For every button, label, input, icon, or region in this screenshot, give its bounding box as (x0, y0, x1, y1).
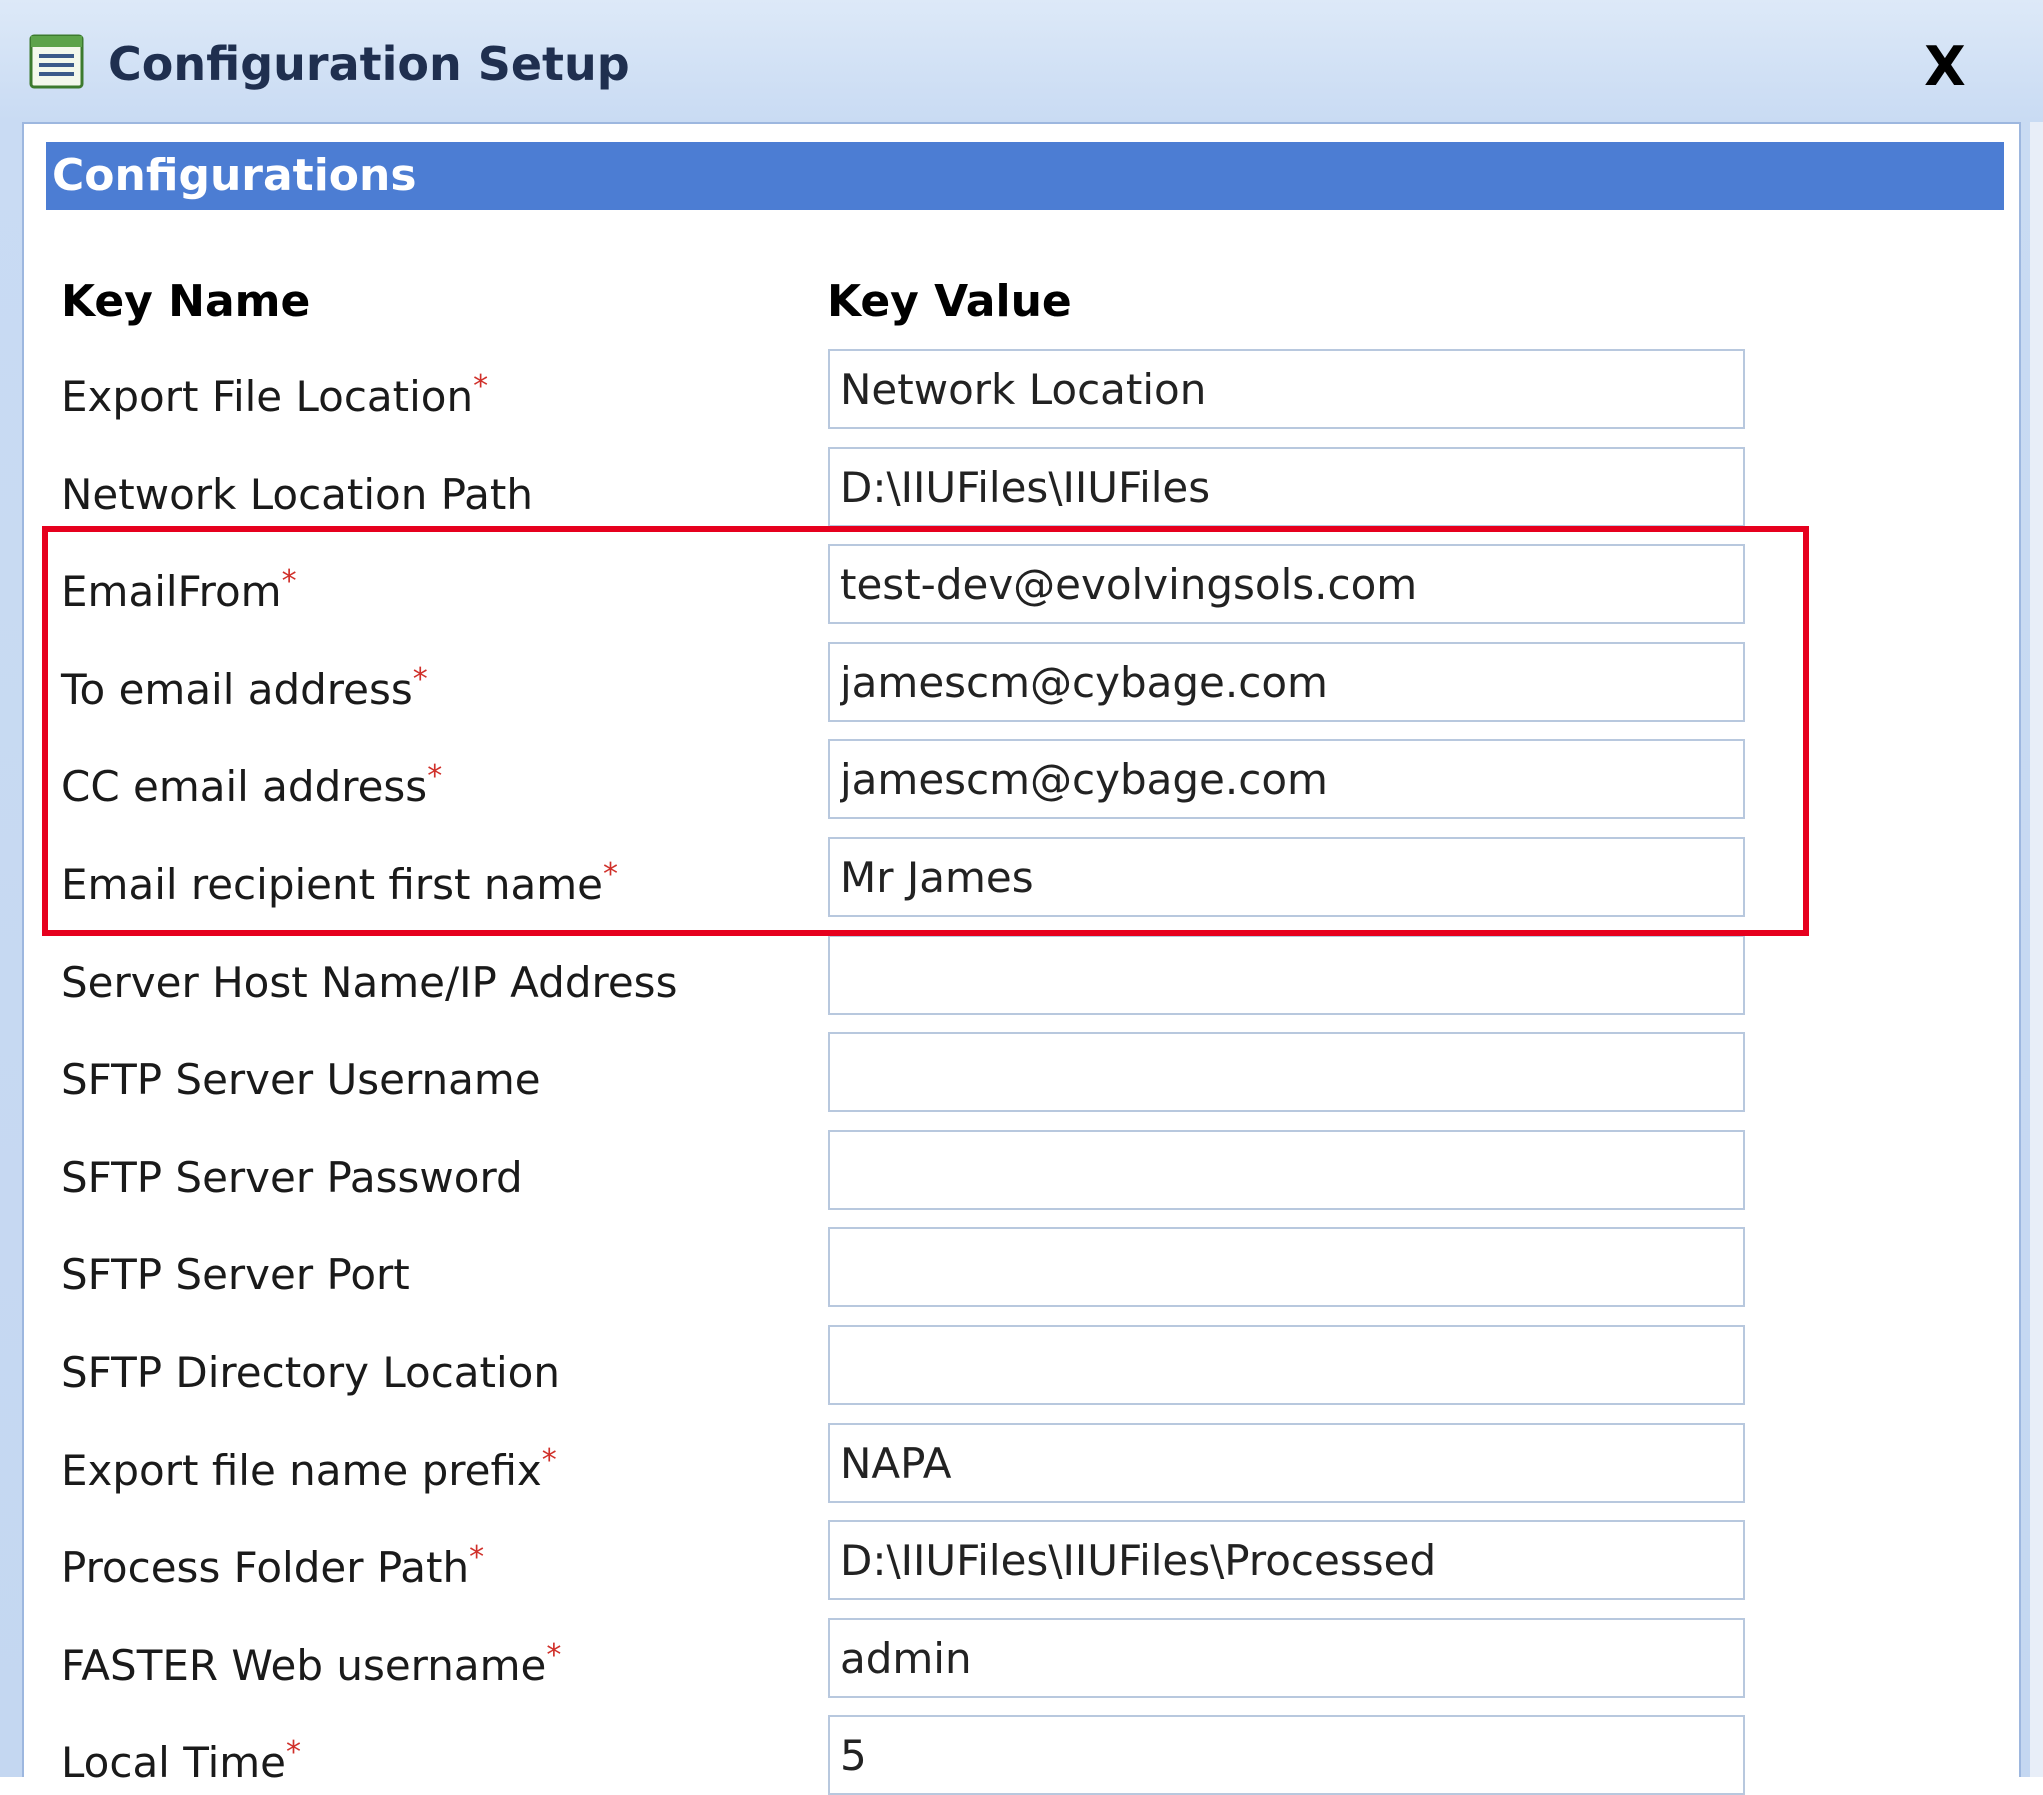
config-row-label: Network Location Path (61, 465, 533, 525)
required-marker: * (469, 1540, 485, 1575)
config-row-value-input[interactable] (828, 1227, 1745, 1307)
config-row-label-text: EmailFrom (61, 567, 282, 616)
config-row-label: Process Folder Path* (61, 1538, 484, 1598)
config-row-label: To email address* (61, 660, 428, 720)
config-row-label: Local Time* (61, 1733, 301, 1793)
config-row-label-text: Server Host Name/IP Address (61, 958, 678, 1007)
config-row-label: EmailFrom* (61, 562, 297, 622)
config-row-value-input[interactable] (828, 837, 1745, 917)
config-row-value-input[interactable] (828, 349, 1745, 429)
required-marker: * (473, 369, 489, 404)
config-row-value-input[interactable] (828, 1423, 1745, 1503)
config-row-label-text: Email recipient first name (61, 860, 603, 909)
section-header: Configurations (46, 142, 2004, 210)
config-row-value-input[interactable] (828, 1325, 1745, 1405)
required-marker: * (546, 1638, 562, 1673)
required-marker: * (602, 857, 618, 892)
config-row-value-input[interactable] (828, 544, 1745, 624)
config-row-value-input[interactable] (828, 1520, 1745, 1600)
config-row-label: Email recipient first name* (61, 855, 618, 915)
config-row-label-text: SFTP Directory Location (61, 1348, 560, 1397)
window-title: Configuration Setup (108, 37, 630, 91)
config-row-label: Export File Location* (61, 367, 488, 427)
config-row-value-input[interactable] (828, 1032, 1745, 1112)
required-marker: * (281, 564, 297, 599)
window-form-icon (29, 34, 84, 89)
config-row-value-input[interactable] (828, 1618, 1745, 1698)
dialog-content: Configurations Key Name Key Value Export… (22, 122, 2021, 1795)
config-row-label: SFTP Server Password (61, 1148, 523, 1208)
configuration-setup-dialog: Configuration Setup X Configurations Key… (0, 0, 2043, 1795)
config-row-label-text: Export file name prefix (61, 1446, 542, 1495)
config-row-label: SFTP Server Username (61, 1050, 541, 1110)
title-bar: Configuration Setup X (0, 0, 2043, 126)
config-row-label-text: Local Time (61, 1738, 286, 1787)
column-header-key-value: Key Value (827, 276, 1072, 327)
config-row-label-text: SFTP Server Username (61, 1055, 541, 1104)
required-marker: * (412, 662, 428, 697)
config-row-label: FASTER Web username* (61, 1636, 561, 1696)
config-row-label-text: Process Folder Path (61, 1543, 470, 1592)
config-row-label: Export file name prefix* (61, 1441, 557, 1501)
required-marker: * (541, 1443, 557, 1478)
config-row-label: SFTP Server Port (61, 1245, 410, 1305)
config-row-label-text: SFTP Server Password (61, 1153, 523, 1202)
required-marker: * (427, 759, 443, 794)
config-row-label: SFTP Directory Location (61, 1343, 560, 1403)
config-row-value-input[interactable] (828, 1715, 1745, 1795)
config-row-value-input[interactable] (828, 642, 1745, 722)
config-row-label: CC email address* (61, 757, 442, 817)
required-marker: * (286, 1735, 301, 1770)
config-row-value-input[interactable] (828, 739, 1745, 819)
config-row-label-text: To email address (61, 665, 413, 714)
config-row-label-text: Export File Location (61, 372, 474, 421)
config-row-value-input[interactable] (828, 935, 1745, 1015)
config-row-label: Server Host Name/IP Address (61, 953, 677, 1013)
column-header-key-name: Key Name (61, 276, 311, 327)
config-row-label-text: FASTER Web username (61, 1641, 547, 1690)
config-row-value-input[interactable] (828, 447, 1745, 527)
config-row-value-input[interactable] (828, 1130, 1745, 1210)
right-scroll-edge (2030, 122, 2043, 1777)
config-row-label-text: Network Location Path (61, 470, 533, 519)
config-row-label-text: SFTP Server Port (61, 1250, 410, 1299)
close-button[interactable]: X (1905, 32, 1985, 102)
config-row-label-text: CC email address (61, 762, 428, 811)
